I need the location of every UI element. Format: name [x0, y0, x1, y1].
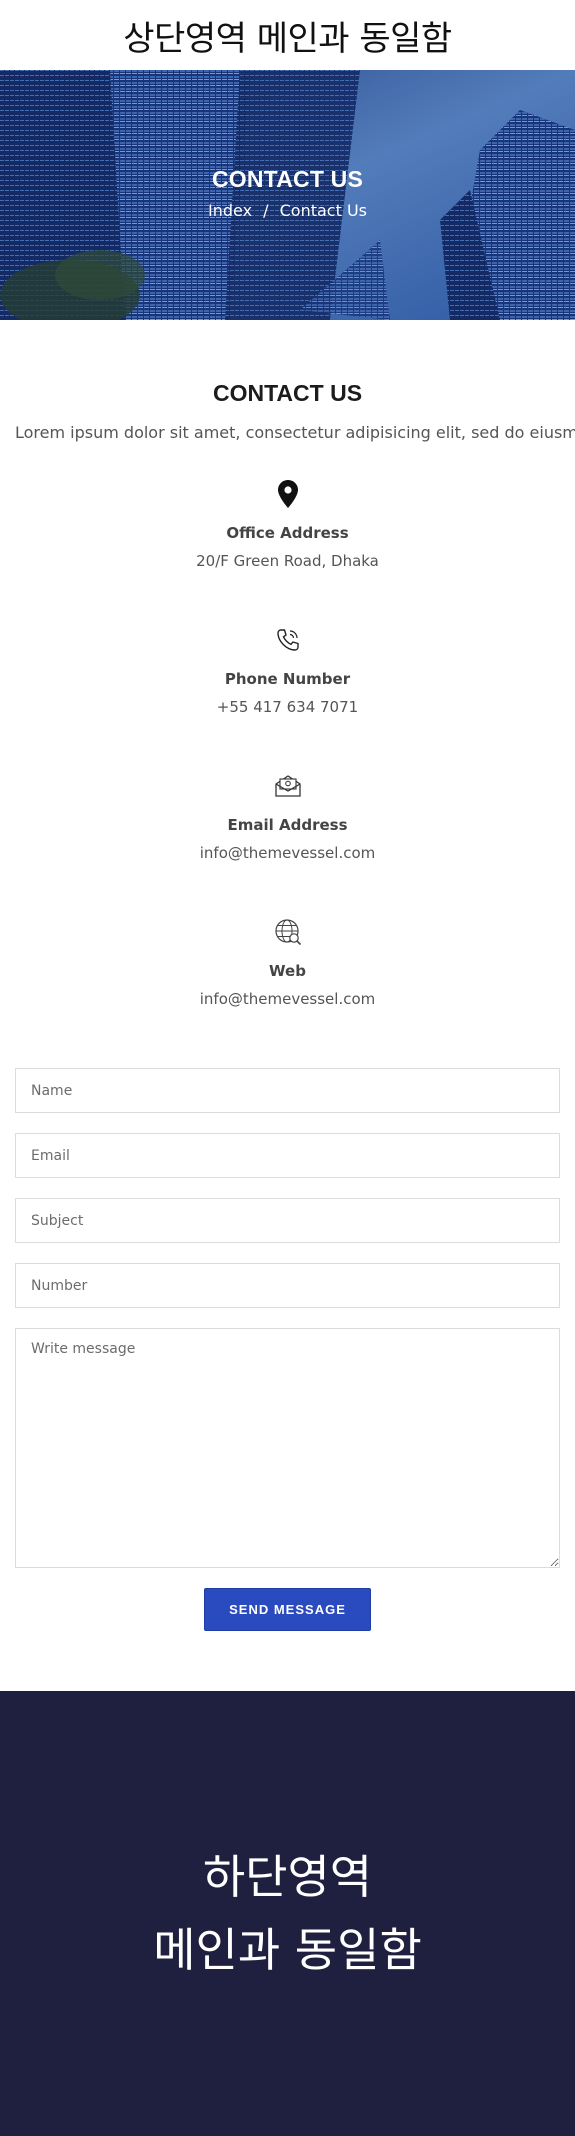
email-input[interactable] — [15, 1133, 560, 1178]
location-pin-icon — [15, 478, 560, 510]
info-value: info@themevessel.com — [199, 844, 376, 862]
message-textarea[interactable] — [15, 1328, 560, 1568]
breadcrumb-separator: / — [263, 201, 269, 220]
send-wrap: SEND MESSAGE — [15, 1588, 560, 1631]
hero-title: CONTACT US — [211, 166, 364, 192]
subject-input[interactable] — [15, 1198, 560, 1243]
footer-line-2: 메인과 동일함 — [153, 1922, 422, 1977]
info-label: Office Address — [226, 524, 349, 542]
name-input[interactable] — [15, 1068, 560, 1113]
section-title: CONTACT US — [212, 380, 363, 406]
number-input[interactable] — [15, 1263, 560, 1308]
info-label: Phone Number — [224, 670, 351, 688]
footer-text: 하단영역 메인과 동일함 — [153, 1841, 422, 1987]
info-office-address: Office Address 20/F Green Road, Dhaka — [15, 464, 560, 610]
hero-content: CONTACT US Index / Contact Us — [0, 166, 575, 220]
info-web: Web info@themevessel.com — [15, 902, 560, 1048]
top-header: 상단영역 메인과 동일함 — [0, 0, 575, 70]
globe-icon — [15, 916, 560, 948]
section-subtitle: Lorem ipsum dolor sit amet, consectetur … — [15, 423, 575, 442]
info-phone-number: Phone Number +55 417 634 7071 — [15, 610, 560, 756]
contact-info-list: Office Address 20/F Green Road, Dhaka Ph… — [15, 464, 560, 1048]
footer-line-1: 하단영역 — [202, 1849, 373, 1904]
info-value: +55 417 634 7071 — [216, 698, 359, 716]
phone-icon — [15, 624, 560, 656]
info-value: 20/F Green Road, Dhaka — [196, 552, 379, 570]
header-title: 상단영역 메인과 동일함 — [123, 18, 452, 59]
breadcrumb-current: Contact Us — [279, 201, 367, 220]
info-value: info@themevessel.com — [199, 990, 376, 1008]
info-label: Web — [269, 962, 306, 980]
envelope-icon — [15, 770, 560, 802]
hero-banner: CONTACT US Index / Contact Us — [0, 70, 575, 320]
contact-form: SEND MESSAGE — [15, 1068, 560, 1631]
info-email-address: Email Address info@themevessel.com — [15, 756, 560, 902]
contact-section: CONTACT US Lorem ipsum dolor sit amet, c… — [0, 320, 575, 1631]
info-label: Email Address — [227, 816, 348, 834]
footer: 하단영역 메인과 동일함 — [0, 1691, 575, 2136]
breadcrumb: Index / Contact Us — [0, 201, 575, 220]
breadcrumb-home-link[interactable]: Index — [208, 201, 252, 220]
send-message-button[interactable]: SEND MESSAGE — [204, 1588, 371, 1631]
